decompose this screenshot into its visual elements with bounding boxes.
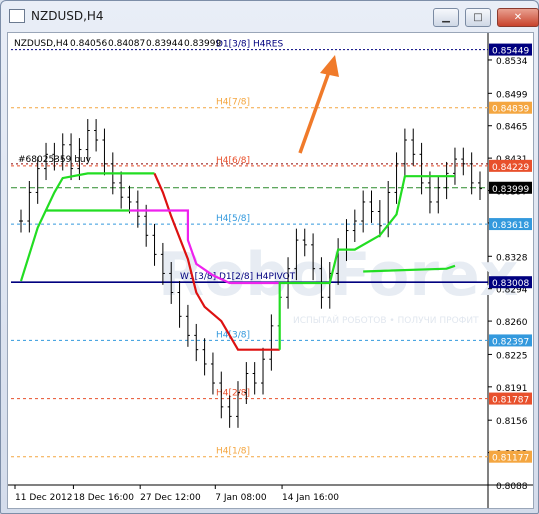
y-tick-label: 0.8225	[496, 351, 528, 361]
y-tick-label: 0.8328	[496, 253, 528, 263]
forecast-arrow-head	[320, 55, 339, 77]
watermark-subtitle: ИСПЫТАЙ РОБОТОВ • ПОЛУЧИ ПРОФИТ	[293, 314, 479, 326]
level-price-label: 0.85449	[492, 47, 529, 57]
x-tick-label: 27 Dec 12:00	[140, 493, 201, 503]
y-tick-label: 0.8465	[496, 123, 528, 133]
x-tick-label: 7 Jan 08:00	[215, 493, 267, 503]
header-ohlc-value: 0.83999	[184, 39, 221, 49]
chart-symbol: NZDUSD,H4	[14, 39, 69, 49]
level-label: H4[7/8]	[216, 98, 250, 108]
level-label: H4[1/8]	[216, 447, 250, 457]
x-tick-label: 14 Jan 16:00	[282, 493, 339, 503]
price-chart[interactable]: RoboForexИСПЫТАЙ РОБОТОВ • ПОЛУЧИ ПРОФИТ…	[8, 33, 533, 508]
level-price-label: 0.84839	[492, 105, 529, 115]
current-price-label: 0.83999	[492, 185, 529, 195]
title-bar: NZDUSD,H4 ▁ □ ✕	[1, 1, 539, 31]
y-tick-label: 0.8088	[496, 482, 528, 492]
level-price-label: 0.81177	[492, 454, 529, 464]
maximize-button[interactable]: □	[465, 8, 491, 27]
level-label: H4[6/8]	[216, 156, 250, 166]
minimize-button[interactable]: ▁	[433, 8, 459, 27]
y-tick-label: 0.8534	[496, 57, 528, 67]
close-button[interactable]: ✕	[497, 8, 539, 27]
header-ohlc-value: 0.83944	[146, 39, 183, 49]
header-ohlc-value: 0.84056	[70, 39, 107, 49]
level-price-label: 0.81787	[492, 396, 529, 406]
level-label: D1[3/8] H4RES	[216, 40, 283, 50]
indicator-line	[19, 172, 155, 282]
y-tick-label: 0.8191	[496, 384, 528, 394]
level-label: W1[3/8] D1[2/8] H4PIVOT	[180, 272, 296, 282]
level-price-label: 0.83618	[492, 221, 529, 231]
level-label: H4[5/8]	[216, 214, 250, 224]
level-price-label: 0.82397	[492, 337, 529, 347]
forecast-arrow	[298, 68, 332, 154]
y-tick-label: 0.8260	[496, 318, 528, 328]
x-tick-label: 11 Dec 2012	[15, 493, 73, 503]
level-price-label: 0.84229	[492, 163, 529, 173]
window-title: NZDUSD,H4	[31, 9, 104, 23]
chart-window-icon	[9, 9, 25, 23]
y-tick-label: 0.8156	[496, 417, 528, 427]
level-price-label: 0.83008	[492, 279, 529, 289]
chart-area[interactable]: RoboForex ИСПЫТАЙ РОБОТОВ • ПОЛУЧИ ПРОФИТ…	[7, 32, 534, 509]
chart-window: NZDUSD,H4 ▁ □ ✕ RoboForex ИСПЫТАЙ РОБОТОВ…	[0, 0, 539, 514]
x-tick-label: 18 Dec 16:00	[73, 493, 134, 503]
y-tick-label: 0.8499	[496, 90, 528, 100]
header-ohlc-value: 0.84087	[108, 39, 145, 49]
level-label: H4[3/8]	[216, 330, 250, 340]
